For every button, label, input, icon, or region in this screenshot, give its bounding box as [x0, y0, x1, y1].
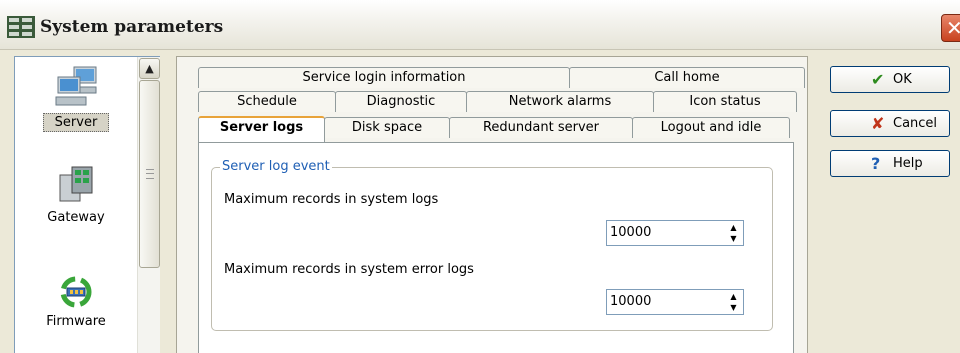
spin-down-icon[interactable]: ▼ [725, 233, 742, 244]
scroll-up-button[interactable]: ▲ [139, 58, 160, 79]
nav-item-label: Gateway [47, 210, 105, 225]
tab-server-logs[interactable]: Server logs [198, 116, 325, 142]
firmware-icon [60, 276, 92, 308]
ok-button[interactable]: ✔ OK [830, 66, 950, 93]
server-logs-tab-content: Server log event Maximum records in syst… [198, 142, 794, 353]
app-icon [7, 16, 35, 38]
nav-item-label: Firmware [46, 314, 106, 329]
gateway-icon [59, 166, 93, 202]
nav-item-server[interactable]: Server [15, 65, 137, 132]
tab-service-login-information[interactable]: Service login information [198, 67, 570, 88]
spin-up-icon[interactable]: ▲ [725, 291, 742, 302]
tab-redundant-server[interactable]: Redundant server [449, 117, 633, 138]
chevron-up-icon: ▲ [145, 62, 154, 75]
tab-disk-space[interactable]: Disk space [324, 117, 450, 138]
ok-label: OK [893, 72, 912, 87]
tab-network-alarms[interactable]: Network alarms [466, 91, 654, 112]
question-icon: ? [871, 154, 881, 173]
checkmark-icon: ✔ [871, 70, 885, 89]
cancel-label: Cancel [893, 116, 938, 131]
tab-diagnostic[interactable]: Diagnostic [335, 91, 467, 112]
server-icon [55, 66, 97, 106]
max-error-records-value[interactable]: 10000 [610, 294, 651, 309]
tab-icon-status[interactable]: Icon status [653, 91, 797, 112]
max-error-records-spinner[interactable]: 10000 ▲ ▼ [606, 289, 744, 315]
nav-item-gateway[interactable]: Gateway [15, 165, 137, 226]
tab-call-home[interactable]: Call home [569, 67, 805, 88]
spin-up-icon[interactable]: ▲ [725, 222, 742, 233]
nav-item-firmware[interactable]: Firmware [15, 275, 137, 330]
x-icon: ✘ [871, 114, 885, 133]
group-title: Server log event [220, 159, 332, 174]
spin-down-icon[interactable]: ▼ [725, 302, 742, 313]
help-button[interactable]: ? Help [830, 150, 950, 177]
server-log-event-group: Server log event Maximum records in syst… [211, 159, 773, 331]
nav-scrollbar[interactable]: ▲ [137, 57, 160, 353]
max-records-label: Maximum records in system logs [224, 192, 439, 207]
close-button[interactable]: ✕ [941, 14, 960, 42]
max-records-spinner[interactable]: 10000 ▲ ▼ [606, 220, 744, 246]
scroll-thumb[interactable] [139, 80, 160, 268]
max-error-records-label: Maximum records in system error logs [224, 262, 474, 277]
window-title: System parameters [40, 17, 224, 37]
max-records-value[interactable]: 10000 [610, 225, 651, 240]
title-bar[interactable]: System parameters ✕ [0, 0, 960, 50]
help-label: Help [893, 156, 923, 171]
tab-logout-and-idle[interactable]: Logout and idle [632, 117, 790, 138]
close-icon: ✕ [946, 16, 960, 40]
cancel-button[interactable]: ✘ Cancel [830, 110, 950, 137]
tab-schedule[interactable]: Schedule [198, 91, 336, 112]
category-list[interactable]: Server Gateway Firmware ▲ [14, 56, 160, 353]
nav-item-label: Server [43, 113, 109, 132]
grip-icon [146, 169, 154, 179]
